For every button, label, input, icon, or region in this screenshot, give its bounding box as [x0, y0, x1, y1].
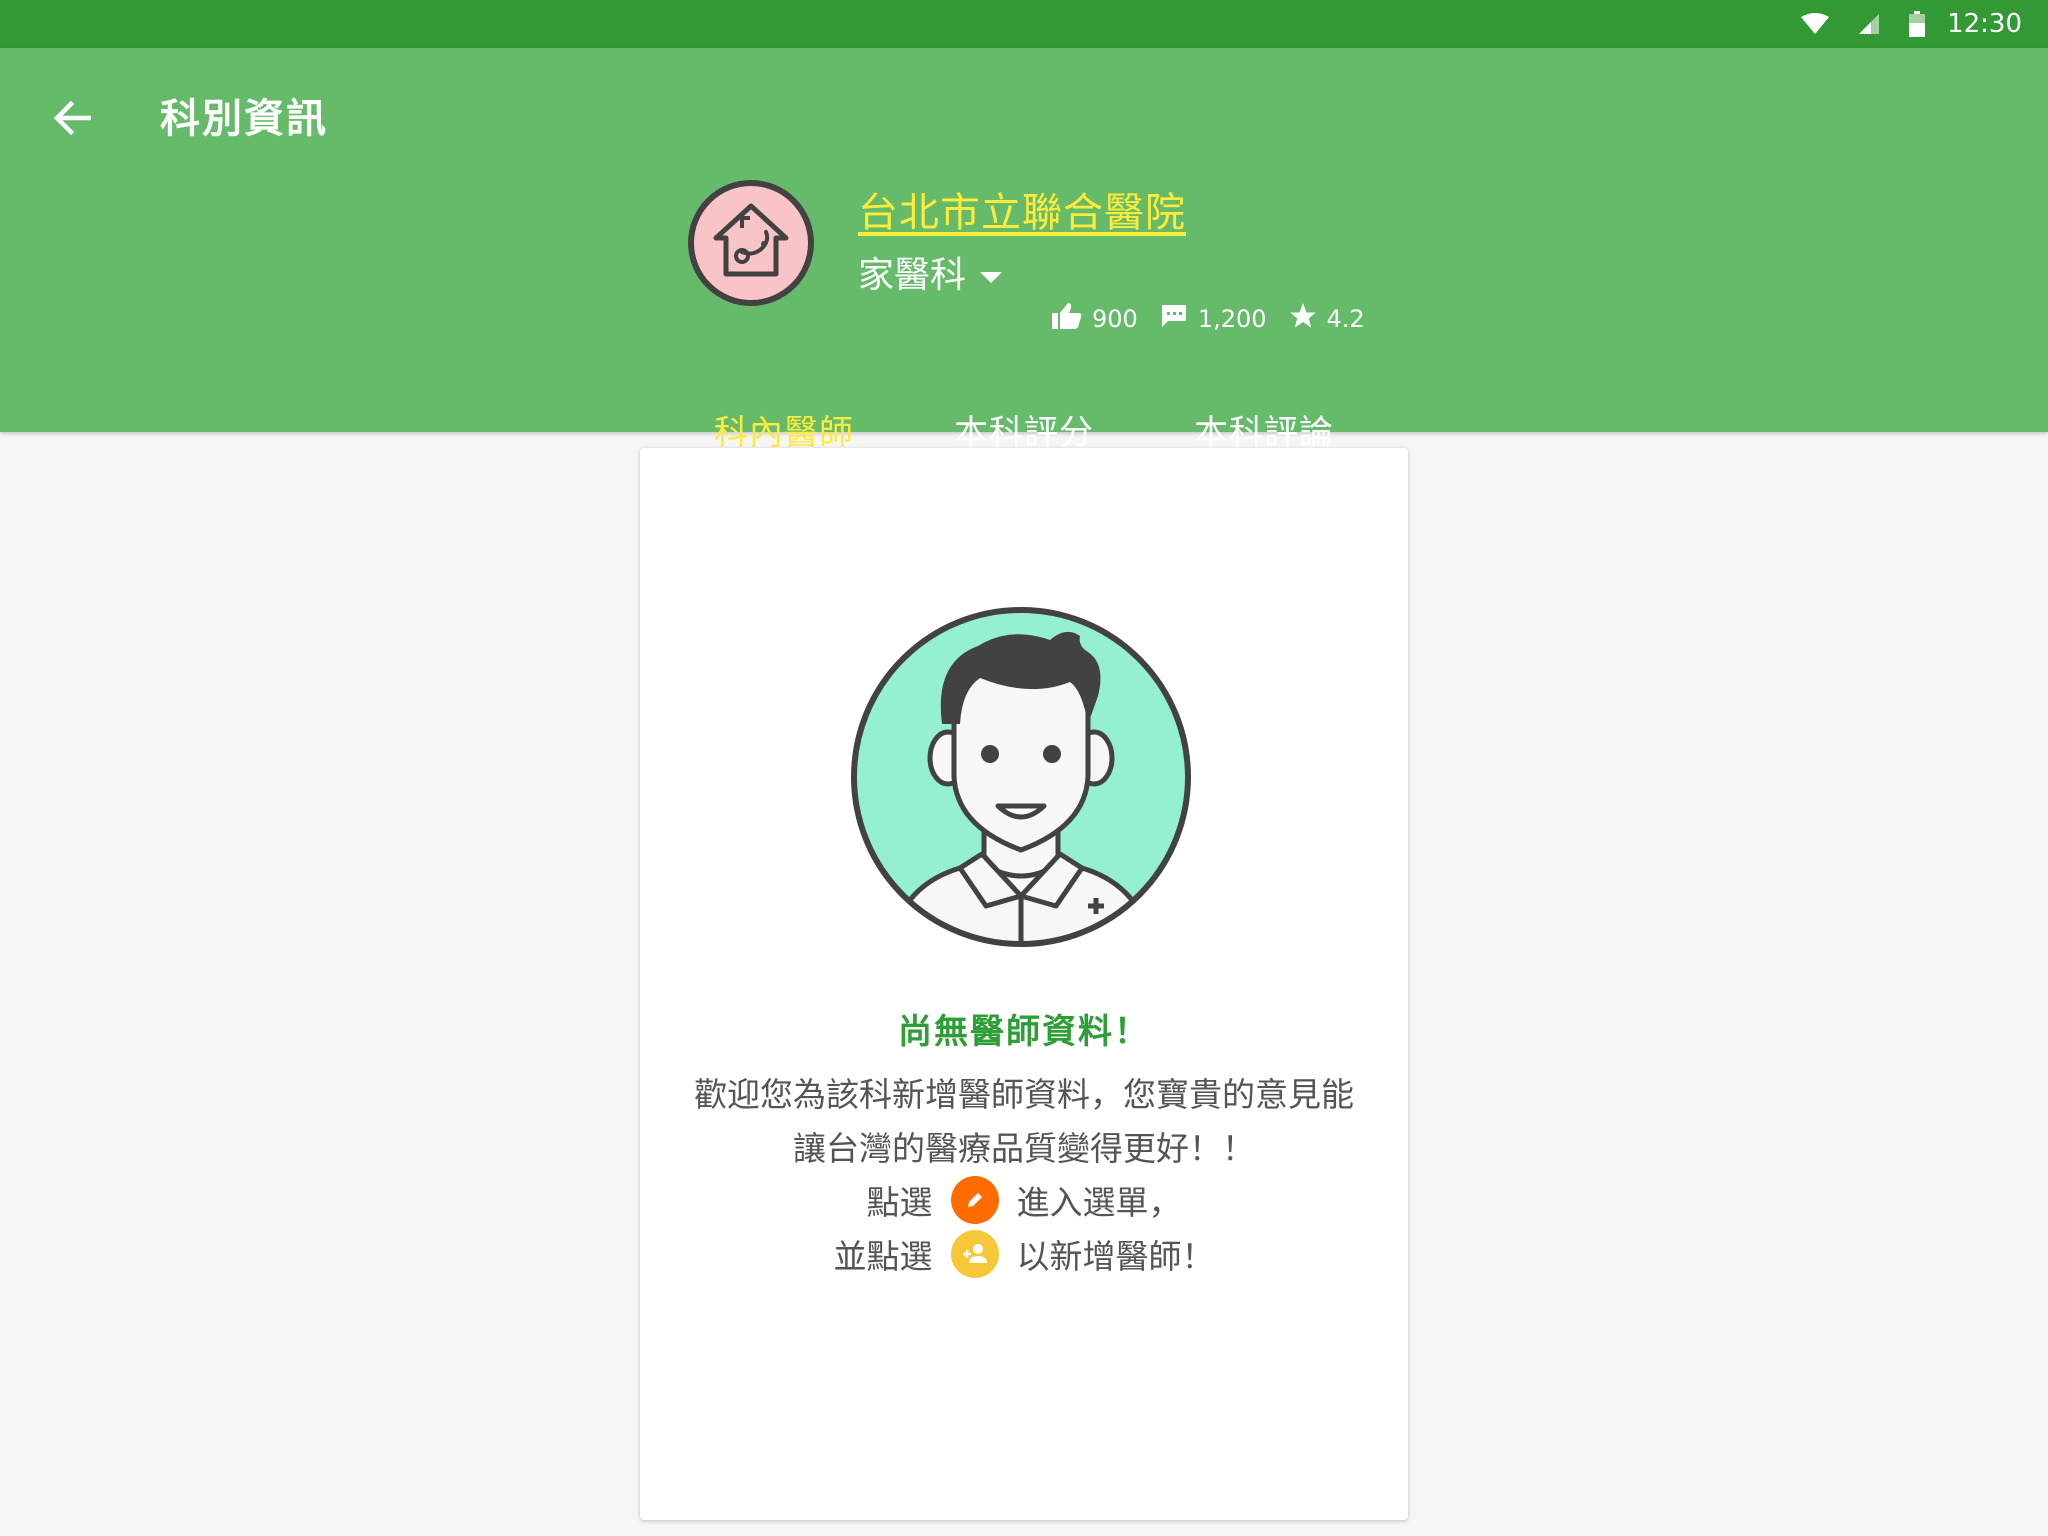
- instruction-prefix: 點選: [866, 1183, 933, 1222]
- pencil-icon: [950, 1176, 999, 1224]
- arrow-back-icon: [53, 100, 92, 139]
- rating-stat: 4.2: [1289, 302, 1365, 336]
- department-dropdown[interactable]: 家醫科: [858, 246, 1003, 298]
- status-bar: 12:30: [0, 0, 2048, 48]
- doctor-avatar-icon: [851, 607, 1191, 947]
- thumbs-up-icon: [1052, 302, 1092, 336]
- cell-signal-icon: [1857, 12, 1881, 36]
- empty-state-title: 尚無醫師資料！: [898, 1012, 1150, 1052]
- empty-state-message: 歡迎您為該科新增醫師資料，您寶貴的意見能讓台灣的醫療品質變得更好！！: [694, 1075, 1354, 1168]
- hospital-avatar: [688, 180, 814, 306]
- comments-stat: 1,200: [1160, 303, 1267, 335]
- add-person-icon: [950, 1230, 999, 1278]
- instruction-line-menu: 點選 進入選單，: [640, 1176, 1408, 1224]
- department-label: 家醫科: [858, 255, 967, 296]
- wifi-icon: [1801, 13, 1830, 35]
- hospital-name-link[interactable]: 台北市立聯合醫院: [858, 180, 1186, 238]
- star-icon: [1289, 302, 1327, 336]
- empty-state-card: 尚無醫師資料！ 歡迎您為該科新增醫師資料，您寶貴的意見能讓台灣的醫療品質變得更好…: [640, 448, 1408, 1520]
- app-header: 科別資訊 台北市立聯合醫院 家醫科 900 1,200 4.2 科內醫師 本科評…: [0, 48, 2048, 480]
- rating-value: 4.2: [1326, 305, 1365, 333]
- instruction-suffix: 以新增醫師！: [1016, 1237, 1215, 1276]
- instruction-suffix: 進入選單，: [1016, 1183, 1182, 1222]
- house-stethoscope-icon: [708, 198, 794, 288]
- comment-icon: [1160, 303, 1198, 335]
- comments-count: 1,200: [1197, 305, 1267, 333]
- status-time: 12:30: [1947, 9, 2022, 39]
- instruction-prefix: 並點選: [833, 1237, 933, 1276]
- likes-stat: 900: [1052, 302, 1138, 336]
- caret-down-icon: [980, 252, 1003, 293]
- likes-count: 900: [1092, 305, 1138, 333]
- back-button[interactable]: [40, 88, 104, 152]
- department-stats: 900 1,200 4.2: [1052, 302, 1387, 336]
- instruction-line-add: 並點選 以新增醫師！: [640, 1230, 1408, 1278]
- battery-icon: [1909, 11, 1926, 37]
- page-title: 科別資訊: [160, 96, 328, 142]
